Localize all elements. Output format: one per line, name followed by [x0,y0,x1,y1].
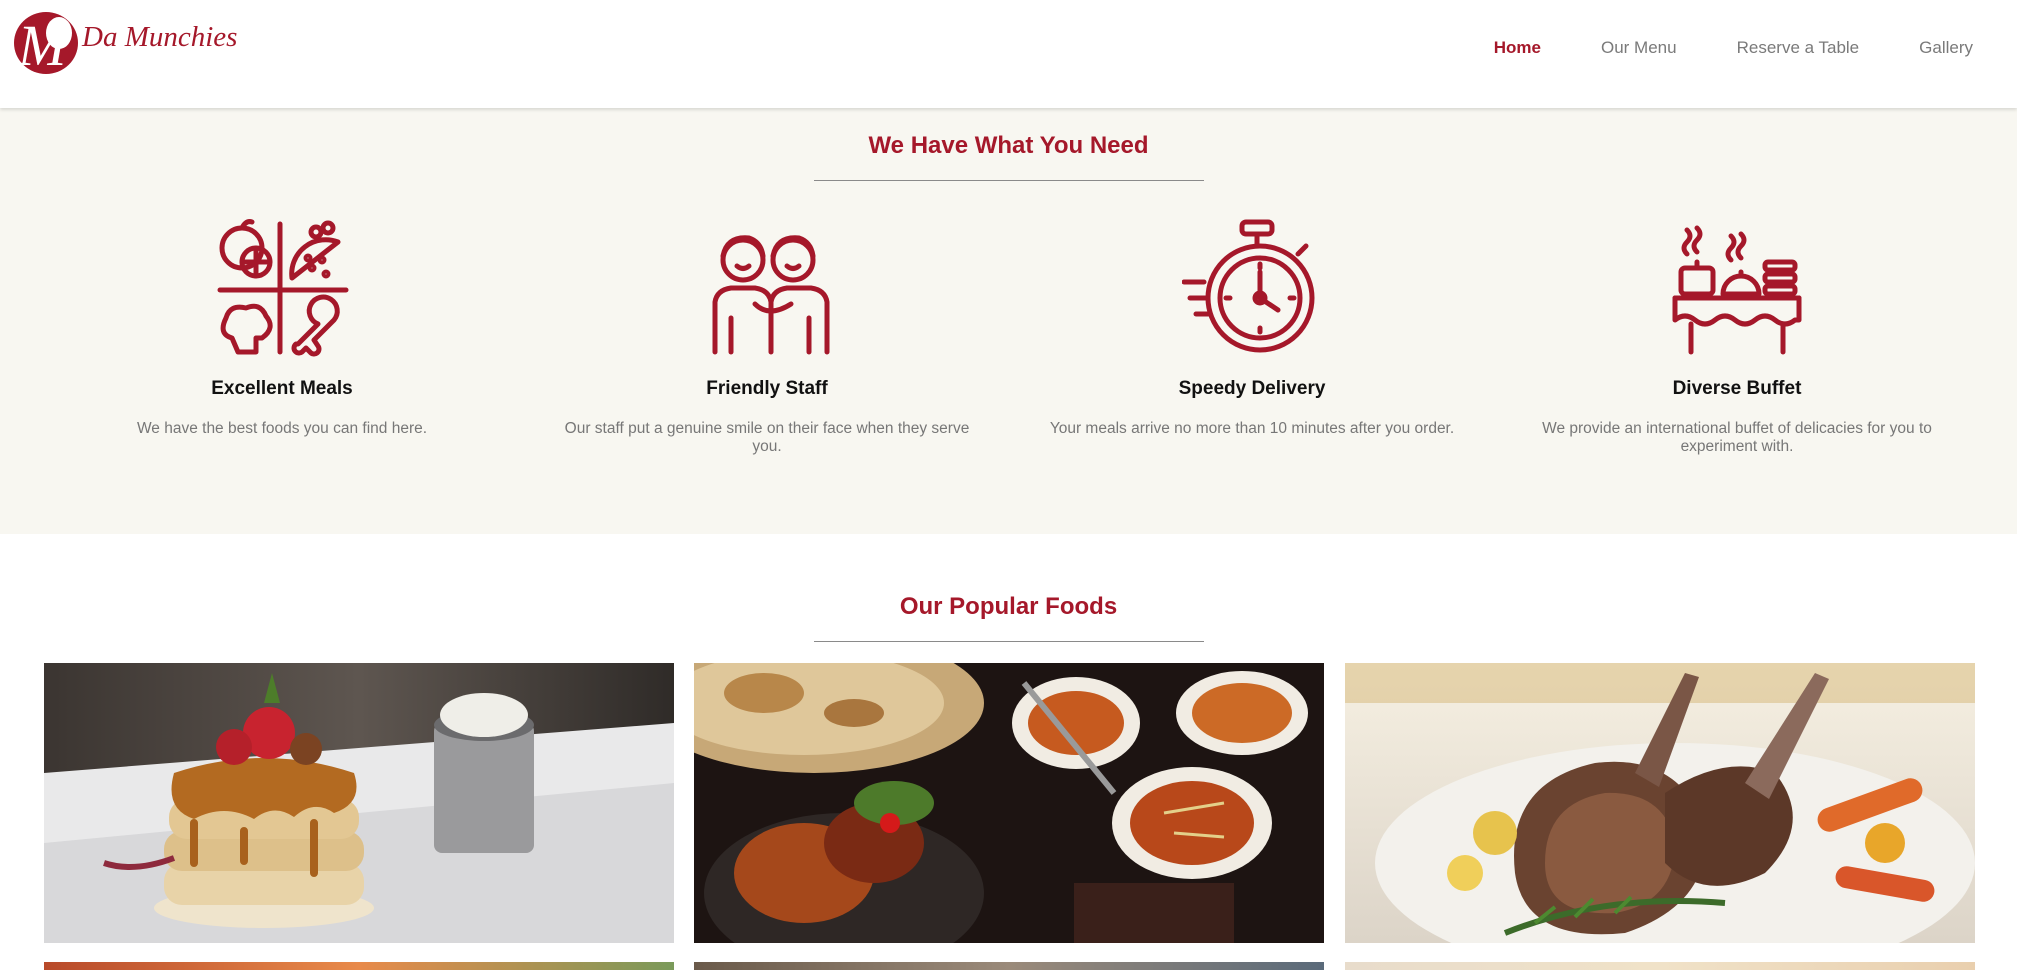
features-divider [814,180,1204,181]
curry-naan-image [694,663,1324,943]
feature-text: Our staff put a genuine smile on their f… [564,420,970,455]
food-card-row2-3[interactable] [1345,962,1975,970]
logo-letter: M [17,13,69,76]
feature-title: Friendly Staff [706,378,828,399]
pancakes-image [44,663,674,943]
food-card-row2-1[interactable] [44,962,674,970]
popular-title: Our Popular Foods [899,593,1118,620]
feature-diverse-buffet: Diverse Buffet We provide an internation… [1517,218,1957,456]
nav-gallery[interactable]: Gallery [1919,38,1973,58]
pancakes-photo[interactable] [44,663,674,943]
feature-text: We provide an international buffet of de… [1542,420,1932,455]
feature-title: Speedy Delivery [1178,378,1326,399]
buffet-icon [1672,225,1802,355]
main-nav: Home Our Menu Reserve a Table Gallery [1434,38,1973,58]
food-card-row2-2[interactable] [694,962,1324,970]
site-header: M Da Munchies Home Our Menu Reserve a Ta… [0,0,2017,108]
feature-title: Excellent Meals [211,378,353,399]
nav-reserve-table[interactable]: Reserve a Table [1737,38,1860,58]
features-title: We Have What You Need [868,132,1149,159]
brand-logo[interactable]: M Da Munchies [12,6,237,76]
features-section: We Have What You Need Excellent Meals We… [0,108,2017,534]
logo-mark-icon: M [14,12,78,76]
brand-name: Da Munchies [82,20,238,53]
lamb-chops-image [1345,663,1975,943]
curry-naan-photo[interactable] [694,663,1324,943]
feature-speedy-delivery: Speedy Delivery Your meals arrive no mor… [1032,218,1472,438]
feature-excellent-meals: Excellent Meals We have the best foods y… [62,218,502,438]
stopwatch-icon [1182,219,1315,353]
staff-icon [712,235,830,355]
feature-title: Diverse Buffet [1672,378,1802,399]
feature-friendly-staff: Friendly Staff Our staff put a genuine s… [547,218,987,456]
lamb-chops-photo[interactable] [1345,663,1975,943]
feature-text: Your meals arrive no more than 10 minute… [1049,420,1455,437]
popular-divider [814,641,1204,642]
nav-home[interactable]: Home [1494,38,1541,58]
feature-text: We have the best foods you can find here… [136,420,428,437]
meals-icon [217,219,349,357]
nav-our-menu[interactable]: Our Menu [1601,38,1677,58]
